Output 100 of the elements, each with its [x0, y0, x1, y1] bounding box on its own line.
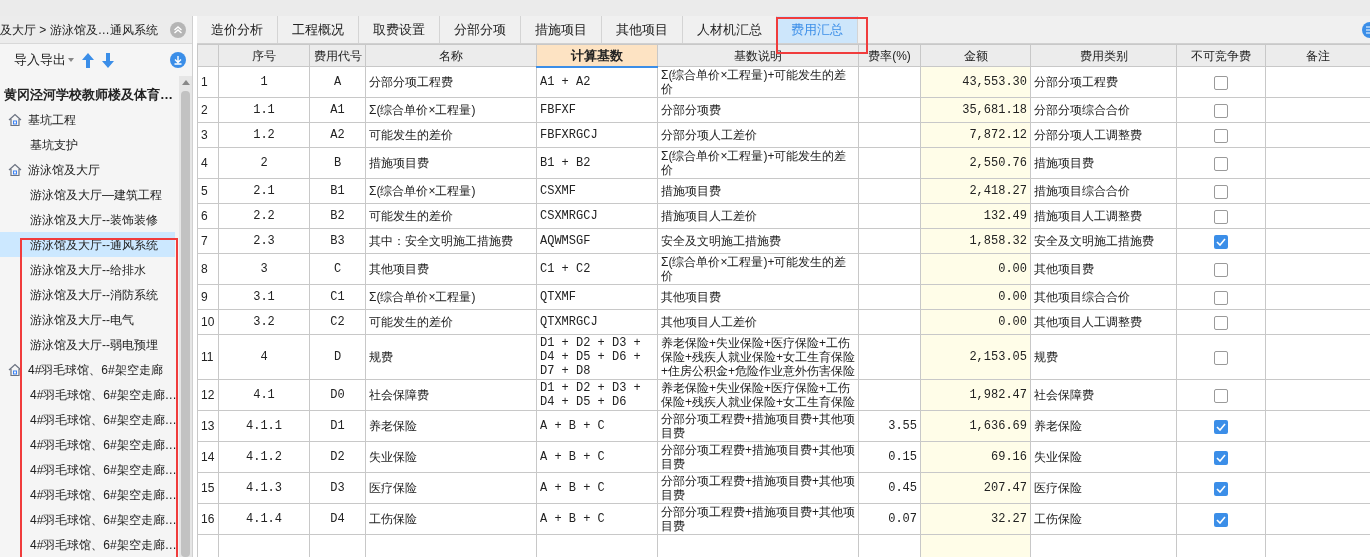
checkmark-icon — [1216, 453, 1226, 462]
tab[interactable]: 其他项目 — [602, 16, 683, 43]
table-cell: 0.45 — [858, 472, 921, 504]
table-cell: 其他项目人工调整费 — [1030, 309, 1177, 335]
checkbox[interactable] — [1214, 184, 1228, 199]
table-cell: 工伤保险 — [365, 503, 537, 535]
checkbox[interactable] — [1214, 350, 1228, 365]
checkbox[interactable] — [1214, 450, 1228, 465]
download-icon[interactable] — [170, 52, 186, 68]
collapse-icon[interactable] — [170, 21, 186, 38]
tree-item[interactable]: 4#羽毛球馆、6#架空走廊… — [0, 532, 175, 557]
column-header[interactable]: 备注 — [1265, 44, 1370, 67]
checkbox[interactable] — [1214, 512, 1228, 527]
tree-item[interactable]: 游泳馆及大厅—建筑工程 — [0, 182, 175, 207]
table-cell: 安全及文明施工措施费 — [1030, 228, 1177, 254]
table-cell — [858, 379, 921, 411]
checkbox[interactable] — [1214, 234, 1228, 249]
column-header[interactable]: 金额 — [920, 44, 1031, 67]
table-cell: 分部分项人工调整费 — [1030, 122, 1177, 148]
checkbox[interactable] — [1214, 481, 1228, 496]
column-header[interactable]: 序号 — [218, 44, 310, 67]
checkbox[interactable] — [1214, 75, 1228, 90]
checkbox[interactable] — [1214, 419, 1228, 434]
checkbox[interactable] — [1214, 290, 1228, 305]
checkbox[interactable] — [1214, 128, 1228, 143]
tree-item[interactable]: 4#羽毛球馆、6#架空走廊… — [0, 482, 175, 507]
tab[interactable]: 取费设置 — [359, 16, 440, 43]
checkmark-icon — [1216, 515, 1226, 524]
tree-item[interactable]: 4#羽毛球馆、6#架空走廊… — [0, 382, 175, 407]
tree-item[interactable]: 基坑支护 — [0, 132, 175, 157]
table-cell: 分部分项人工差价 — [657, 122, 859, 148]
table-cell: 措施项目费 — [657, 178, 859, 204]
tree-item[interactable]: 4#羽毛球馆、6#架空走廊… — [0, 432, 175, 457]
table-cell: B1 + B2 — [536, 147, 658, 179]
checkmark-icon — [1216, 237, 1226, 246]
scrollbar[interactable] — [179, 76, 192, 557]
table-cell — [858, 178, 921, 204]
checkbox[interactable] — [1214, 156, 1228, 171]
tree-item[interactable]: 4#羽毛球馆、6#架空走廊 — [0, 357, 175, 382]
column-header[interactable]: 费用代号 — [309, 44, 366, 67]
table-cell: 3.1 — [218, 284, 310, 310]
table-cell: A + B + C — [536, 441, 658, 473]
table-cell: A + B + C — [536, 410, 658, 442]
house-icon — [8, 362, 22, 377]
tree-item[interactable]: 游泳馆及大厅--弱电预埋 — [0, 332, 175, 357]
column-header[interactable]: 费率(%) — [858, 44, 921, 67]
checkbox[interactable] — [1214, 262, 1228, 277]
table-cell: A1 + A2 — [536, 66, 658, 98]
scroll-up-icon[interactable] — [181, 80, 190, 85]
column-header[interactable]: 名称 — [365, 44, 537, 67]
import-export-button[interactable]: 导入导出 — [14, 50, 74, 70]
tab[interactable]: 措施项目 — [521, 16, 602, 43]
row-number-cell: 8 — [197, 253, 219, 285]
tree-item[interactable]: 游泳馆及大厅--电气 — [0, 307, 175, 332]
row-number-cell: 13 — [197, 410, 219, 442]
table-cell: D1 — [309, 410, 366, 442]
table-cell: 规费 — [1030, 334, 1177, 380]
table-cell: 医疗保险 — [365, 472, 537, 504]
column-header[interactable] — [197, 44, 219, 67]
checkbox[interactable] — [1214, 209, 1228, 224]
tree-item[interactable]: 游泳馆及大厅 — [0, 157, 175, 182]
tree-item[interactable]: 4#羽毛球馆、6#架空走廊… — [0, 507, 175, 532]
table-cell: FBFXRGCJ — [536, 122, 658, 148]
row-number-cell: 5 — [197, 178, 219, 204]
tab[interactable]: 分部分项 — [440, 16, 521, 43]
checkbox[interactable] — [1214, 388, 1228, 403]
row-number-cell: 3 — [197, 122, 219, 148]
checkbox[interactable] — [1214, 315, 1228, 330]
scrollbar-thumb[interactable] — [181, 91, 190, 557]
table-cell: Σ(综合单价×工程量) — [365, 284, 537, 310]
column-header[interactable]: 不可竞争费 — [1176, 44, 1266, 67]
table-cell: QTXMF — [536, 284, 658, 310]
tree-item[interactable]: 游泳馆及大厅--消防系统 — [0, 282, 175, 307]
down-arrow-icon[interactable] — [102, 52, 114, 68]
tree-item[interactable]: 游泳馆及大厅--装饰装修 — [0, 207, 175, 232]
tree-item[interactable]: 游泳馆及大厅--给排水 — [0, 257, 175, 282]
table-cell: AQWMSGF — [536, 228, 658, 254]
column-header[interactable]: 计算基数 — [536, 44, 658, 67]
table-cell: Σ(综合单价×工程量)+可能发生的差价 — [657, 147, 859, 179]
caret-icon — [68, 58, 74, 62]
table-cell: 其中：安全文明施工措施费 — [365, 228, 537, 254]
tab[interactable]: 人材机汇总 — [683, 16, 777, 43]
column-header[interactable]: 费用类别 — [1030, 44, 1177, 67]
row-number-cell: 16 — [197, 503, 219, 535]
tree-item[interactable]: 4#羽毛球馆、6#架空走廊… — [0, 457, 175, 482]
tree-item[interactable]: 4#羽毛球馆、6#架空走廊… — [0, 407, 175, 432]
checkbox[interactable] — [1214, 103, 1228, 118]
table-cell: 工伤保险 — [1030, 503, 1177, 535]
row-number-cell: 9 — [197, 284, 219, 310]
tab[interactable]: 工程概况 — [278, 16, 359, 43]
table-cell: 养老保险 — [1030, 410, 1177, 442]
list-icon[interactable] — [1360, 21, 1370, 38]
tree-root[interactable]: 黄冈泾河学校教师楼及体育… — [0, 82, 175, 107]
table-cell: FBFXF — [536, 97, 658, 123]
tree-item[interactable]: 基坑工程 — [0, 107, 175, 132]
table-cell: 2,418.27 — [920, 178, 1031, 204]
table-cell: 4.1.3 — [218, 472, 310, 504]
table-cell: 其他项目费 — [365, 253, 537, 285]
up-arrow-icon[interactable] — [82, 52, 94, 68]
tab[interactable]: 造价分析 — [197, 16, 278, 43]
